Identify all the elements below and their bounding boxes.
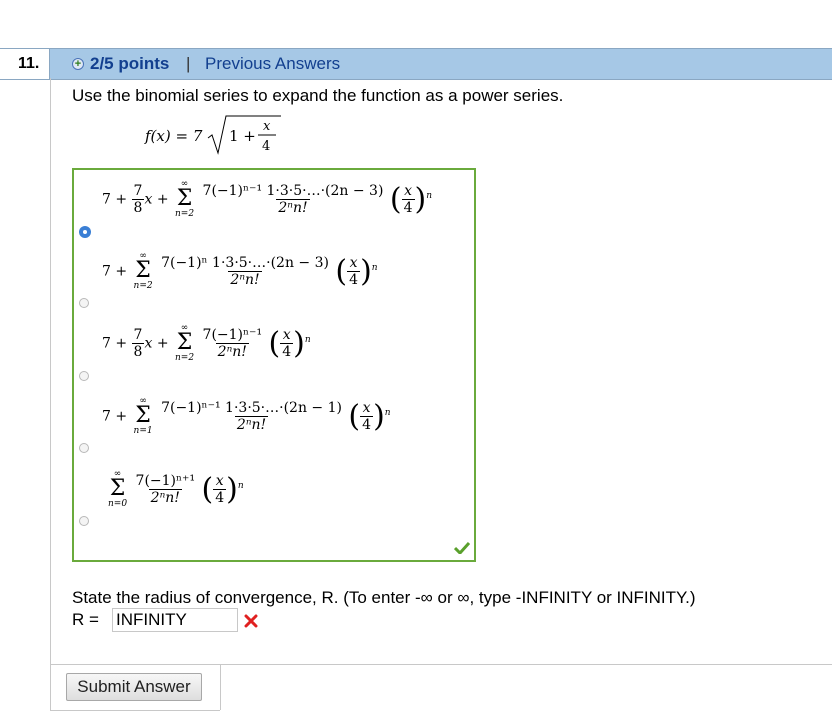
choice-3-term: 7(−1)ⁿ⁻¹ 2ⁿn!	[202, 327, 263, 360]
question-header: 11. + 2/5 points | Previous Answers	[0, 48, 832, 80]
question-prompt: Use the binomial series to expand the fu…	[72, 86, 564, 105]
choice-2-power: n	[371, 262, 378, 273]
submit-answer-button[interactable]: Submit Answer	[66, 673, 202, 701]
choice-2-term: 7(−1)ⁿ 1·3·5·…·(2n − 3) 2ⁿn!	[161, 255, 329, 288]
choice-radio-2[interactable]	[79, 298, 89, 308]
checkmark-icon	[454, 542, 470, 554]
choice-1-coef: 78	[131, 183, 145, 216]
choice-3-xfrac: x4	[280, 327, 294, 360]
question-number: 11.	[0, 49, 50, 79]
function-lhs: f(x) = 7	[144, 127, 203, 145]
frame-divider	[220, 664, 221, 710]
plus-icon[interactable]: +	[72, 58, 84, 70]
choice-1-formula[interactable]: 7 + 78x + ∞ Σn=2 7(−1)ⁿ⁻¹ 1·3·5·…·(2n − 3…	[102, 179, 433, 220]
choice-5-xfrac: x4	[213, 473, 227, 506]
choice-radio-3[interactable]	[79, 371, 89, 381]
choice-radio-1[interactable]	[79, 226, 91, 238]
choice-1-xfrac: x4	[401, 183, 415, 216]
radius-label: R =	[72, 610, 99, 629]
function-formula-graphic: f(x) = 7 1 + x 4	[144, 115, 281, 155]
choice-2-xfrac: x4	[347, 255, 361, 288]
choice-2-lead: 7 +	[102, 263, 128, 280]
summation-icon: ∞ Σn=2	[175, 323, 195, 364]
choice-3-lead: 7 +	[102, 335, 128, 352]
function-frac-num: x	[263, 119, 271, 134]
separator: |	[186, 54, 191, 73]
summation-icon: ∞ Σn=0	[108, 469, 128, 510]
choice-4-term: 7(−1)ⁿ⁻¹ 1·3·5·…·(2n − 1) 2ⁿn!	[161, 400, 342, 433]
choice-radio-4[interactable]	[79, 443, 89, 453]
choice-3-coef: 78	[131, 327, 145, 360]
choice-5-formula[interactable]: ∞ Σn=0 7(−1)ⁿ⁺¹ 2ⁿn! (x 4)n	[106, 469, 244, 510]
radius-input[interactable]: INFINITY	[112, 608, 238, 632]
choice-1-coef-tail: x +	[144, 191, 169, 208]
choice-4-lead: 7 +	[102, 408, 128, 425]
choice-3-formula[interactable]: 7 + 78x + ∞ Σn=2 7(−1)ⁿ⁻¹ 2ⁿn! (x 4)n	[102, 323, 311, 364]
function-radicand-lead: 1 +	[229, 127, 256, 145]
choice-5-term: 7(−1)ⁿ⁺¹ 2ⁿn!	[135, 473, 196, 506]
choice-3-coef-tail: x +	[144, 335, 169, 352]
choice-4-formula[interactable]: 7 + ∞ Σn=1 7(−1)ⁿ⁻¹ 1·3·5·…·(2n − 1) 2ⁿn! …	[102, 396, 391, 437]
choice-2-formula[interactable]: 7 + ∞ Σn=2 7(−1)ⁿ 1·3·5·…·(2n − 3) 2ⁿn! (x…	[102, 251, 378, 292]
previous-answers-link[interactable]: Previous Answers	[205, 49, 340, 79]
points-label: 2/5 points	[90, 54, 170, 73]
function-frac-den: 4	[262, 139, 270, 154]
choice-5-power: n	[237, 480, 244, 491]
choice-1-lead: 7 +	[102, 191, 128, 208]
frame-divider	[50, 664, 832, 665]
summation-icon: ∞ Σn=1	[133, 396, 153, 437]
frame-divider	[50, 710, 220, 711]
summation-icon: ∞ Σn=2	[175, 179, 195, 220]
choice-1-term: 7(−1)ⁿ⁻¹ 1·3·5·…·(2n − 3) 2ⁿn!	[202, 183, 384, 216]
incorrect-x-icon	[244, 614, 258, 628]
frame-divider	[50, 78, 51, 710]
choice-1-power: n	[426, 190, 433, 201]
choice-3-power: n	[304, 334, 311, 345]
radius-instruction: State the radius of convergence, R. (To …	[72, 588, 696, 607]
choice-4-power: n	[384, 407, 391, 418]
summation-icon: ∞ Σn=2	[133, 251, 153, 292]
choice-4-xfrac: x4	[360, 400, 374, 433]
choice-radio-5[interactable]	[79, 516, 89, 526]
